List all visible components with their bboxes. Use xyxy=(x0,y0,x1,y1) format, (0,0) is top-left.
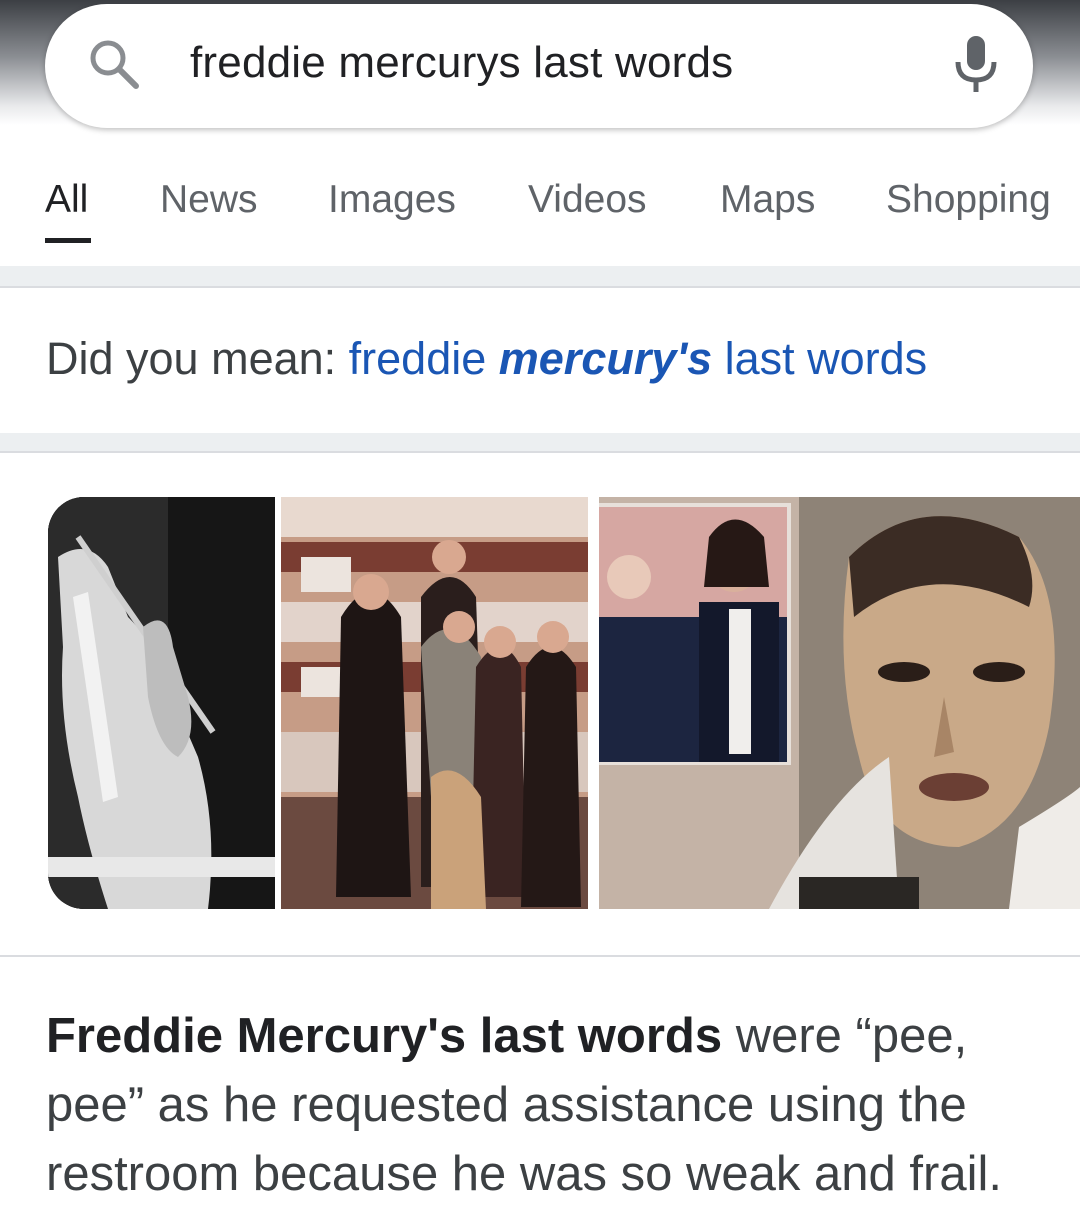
tab-videos[interactable]: Videos xyxy=(528,178,647,222)
tab-maps[interactable]: Maps xyxy=(720,178,815,222)
search-tabs: All News Images Videos Maps Shopping xyxy=(0,150,1080,265)
divider xyxy=(0,266,1080,286)
tab-shopping[interactable]: Shopping xyxy=(886,178,1051,222)
tab-news[interactable]: News xyxy=(160,178,258,222)
divider-line xyxy=(0,286,1080,288)
tab-images[interactable]: Images xyxy=(328,178,456,222)
suggestion-part-2: last words xyxy=(712,333,928,384)
search-input[interactable]: freddie mercurys last words xyxy=(190,38,733,88)
did-you-mean-label: Did you mean: xyxy=(46,333,349,384)
did-you-mean: Did you mean: freddie mercury's last wor… xyxy=(46,333,927,385)
image-result-1[interactable] xyxy=(48,497,275,909)
divider-line xyxy=(0,955,1080,957)
featured-answer: Freddie Mercury's last words were “pee, … xyxy=(46,1002,1056,1209)
suggestion-emphasis: mercury's xyxy=(498,333,713,384)
divider-line xyxy=(0,451,1080,453)
search-bar[interactable]: freddie mercurys last words xyxy=(45,4,1033,128)
image-result-3[interactable] xyxy=(599,497,1080,909)
microphone-icon[interactable] xyxy=(950,34,1002,96)
tab-all[interactable]: All xyxy=(45,178,88,222)
image-carousel xyxy=(48,497,1080,909)
suggestion-part-1: freddie xyxy=(348,333,499,384)
did-you-mean-link[interactable]: freddie mercury's last words xyxy=(349,333,928,384)
active-tab-indicator xyxy=(45,238,91,243)
divider xyxy=(0,433,1080,451)
answer-bold-text: Freddie Mercury's last words xyxy=(46,1009,723,1063)
search-icon[interactable] xyxy=(86,36,142,92)
image-result-2[interactable] xyxy=(281,497,588,909)
